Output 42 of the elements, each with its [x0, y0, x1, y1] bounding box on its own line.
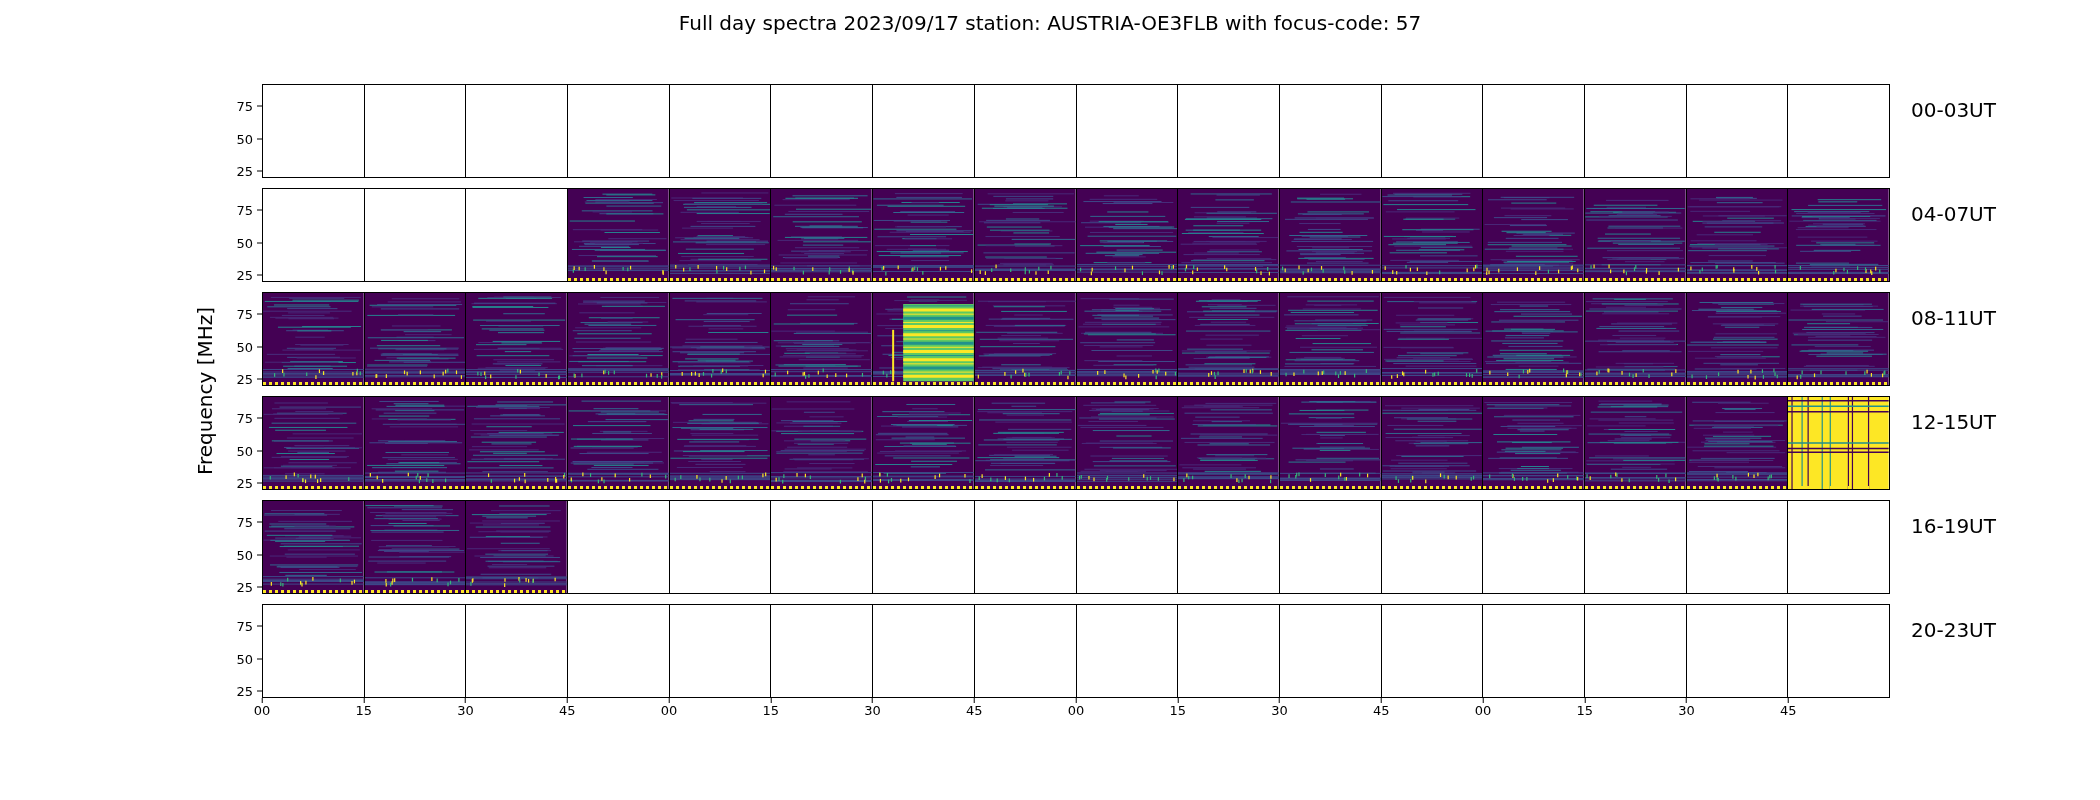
time-range-label: 04-07UT	[1911, 202, 1996, 226]
tick-label: 45	[1780, 703, 1797, 718]
tick-label: 45	[966, 703, 983, 718]
chart-title: Full day spectra 2023/09/17 station: AUSTRIA-OE3FLB with focus-code: 57	[678, 11, 1422, 35]
tick-label: 25	[236, 683, 253, 699]
tick-label: 75	[236, 618, 253, 634]
tick-label: 00	[660, 703, 678, 718]
tick-label: 25	[236, 371, 253, 387]
tick-label: 15	[355, 703, 372, 718]
time-range-label: 08-11UT	[1911, 306, 1996, 330]
tick-label: 50	[236, 443, 253, 459]
tick-label: 75	[236, 306, 253, 322]
tick-label: 15	[1576, 703, 1593, 718]
time-range-label: 20-23UT	[1911, 618, 1996, 642]
tick-label: 75	[236, 98, 253, 114]
tick-label: 15	[762, 703, 779, 718]
tick-label: 25	[236, 267, 253, 283]
tick-label: 75	[236, 514, 253, 530]
tick-label: 25	[236, 475, 253, 491]
tick-label: 30	[1678, 703, 1695, 718]
tick-label: 45	[559, 703, 576, 718]
tick-label: 00	[1067, 703, 1085, 718]
tick-label: 75	[236, 202, 253, 218]
tick-label: 15	[1169, 703, 1186, 718]
time-range-label: 16-19UT	[1911, 514, 1996, 538]
tick-label: 30	[1271, 703, 1288, 718]
tick-label: 25	[236, 163, 253, 179]
tick-label: 00	[1474, 703, 1492, 718]
tick-label: 50	[236, 131, 253, 147]
time-range-label: 00-03UT	[1911, 98, 1996, 122]
tick-label: 30	[864, 703, 881, 718]
tick-label: 25	[236, 579, 253, 595]
tick-label: 50	[236, 547, 253, 563]
tick-label: 45	[1373, 703, 1390, 718]
tick-label: 75	[236, 410, 253, 426]
tick-label: 50	[236, 339, 253, 355]
axis-label: Frequency [MHz]	[193, 306, 217, 476]
tick-label: 00	[253, 703, 271, 718]
tick-label: 50	[236, 235, 253, 251]
tick-label: 50	[236, 651, 253, 667]
time-range-label: 12-15UT	[1911, 410, 1996, 434]
tick-label: 30	[457, 703, 474, 718]
